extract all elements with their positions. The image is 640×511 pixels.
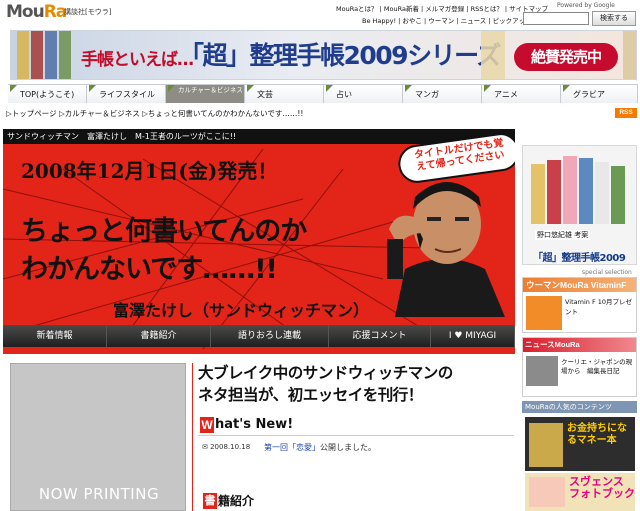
nav-tab-4[interactable]: 占い: [324, 84, 403, 103]
vitamin-text: Vitamin F 10月プレゼント: [565, 298, 633, 316]
ad-banner[interactable]: 手帳といえば… 「超」整理手帳2009シリーズ 絶賛発売中: [10, 30, 637, 80]
vitamin-box[interactable]: ウーマンMouRa VitaminF Vitamin F 10月プレゼント: [522, 277, 637, 333]
headline-line-1: 大ブレイク中のサンドウィッチマンの: [198, 364, 453, 382]
logo[interactable]: MouRa: [6, 2, 67, 22]
popular-card-photo[interactable]: スヴェンス フォトブック: [525, 473, 635, 511]
news-box[interactable]: ニュースMouRa クーリエ・ジャポンの現場から 編集長日記: [522, 337, 637, 397]
search-input[interactable]: [523, 12, 589, 25]
news-text: クーリエ・ジャポンの現場から 編集長日記: [561, 358, 633, 375]
special-label: special selection: [582, 269, 632, 276]
popular-card-money[interactable]: お金持ちになるマネー本: [525, 417, 635, 471]
right-column: 野口悠紀雄 考案 「超」整理手帳2009 special selection ウ…: [522, 127, 637, 511]
nav-tab-5[interactable]: マンガ: [403, 84, 482, 103]
banner-lead: 手帳といえば…: [81, 50, 194, 70]
top-links[interactable]: MouRaとは？ | MouRa新着 | メルマガ登録 | RSSとは？ | サ…: [336, 3, 548, 13]
nav-tab-3[interactable]: 文芸: [245, 84, 324, 103]
powered-by: Powered by Google: [557, 2, 615, 9]
headline-line-2: ネタ担当が、初エッセイを刊行！: [198, 386, 423, 404]
news-item[interactable]: 第一回「恋愛」公開しました。: [264, 442, 376, 453]
news-head: ニュースMouRa: [523, 338, 636, 352]
divider: [192, 363, 193, 511]
publisher-label: 講談社[モウラ]: [64, 8, 112, 16]
subnav-item-1[interactable]: 書籍紹介: [107, 325, 211, 347]
books-mark: 書: [203, 493, 217, 509]
nav-tab-2[interactable]: カルチャー＆ビジネス: [166, 84, 245, 103]
release-date: 2008年12月1日(金)発売！: [21, 159, 278, 183]
headline: 大ブレイク中のサンドウィッチマンの ネタ担当が、初エッセイを刊行！: [198, 362, 453, 406]
popular-card-money-title: お金持ちになるマネー本: [567, 423, 627, 446]
subnav-item-2[interactable]: 語りおろし連載: [211, 325, 329, 347]
book-ad-title: 「超」整理手帳2009: [533, 253, 626, 264]
sub-links[interactable]: Be Happy! | おやこ | ウーマン | ニュース | ピックアップ: [362, 15, 532, 25]
vitamin-head: ウーマンMouRa VitaminF: [523, 278, 636, 292]
banner-badge: 絶賛発売中: [514, 43, 618, 71]
nav-tab-7[interactable]: グラビア: [561, 84, 638, 103]
author-photo: [387, 182, 505, 317]
books-heading: 書 籍紹介: [198, 492, 514, 511]
books-title: 籍紹介: [218, 494, 255, 508]
author-name: 富澤たけし（サンドウィッチマン）: [113, 301, 370, 320]
book-ad[interactable]: 野口悠紀雄 考案 「超」整理手帳2009: [522, 145, 637, 265]
breadcrumb[interactable]: ▷トップページ ▷カルチャー＆ビジネス ▷ちょっと何書いてんのかわかんないです……: [6, 108, 303, 119]
catch-line-1: ちょっと何書いてんのか: [21, 216, 307, 247]
popular-head: MouRaの人気のコンテンツ: [522, 401, 637, 413]
banner-title: 「超」整理手帳2009シリーズ: [179, 41, 501, 70]
whats-new-heading: W hat's New!: [198, 416, 514, 436]
nav-tab-0[interactable]: TOP(ようこそ): [8, 84, 87, 103]
search-button[interactable]: 検索する: [592, 11, 636, 26]
subnav-item-0[interactable]: 新着情報: [3, 325, 107, 347]
book-ad-author: 野口悠紀雄 考案: [535, 230, 591, 240]
subnav-item-4[interactable]: I ♥ MIYAGI: [431, 325, 515, 347]
news-date: ✉ 2008.10.18: [202, 443, 251, 451]
nowprinting-label: NOW PRINTING: [38, 485, 160, 503]
nav-tab-6[interactable]: アニメ: [482, 84, 561, 103]
book-cover-placeholder: NOW PRINTING: [10, 363, 186, 511]
subnav-item-3[interactable]: 応援コメント: [329, 325, 431, 347]
main-nav: TOP(ようこそ) ライフスタイル カルチャー＆ビジネス 文芸 占い マンガ アニメ グラビア: [8, 84, 638, 103]
news-link[interactable]: 第一回「恋愛」: [264, 443, 320, 452]
rss-badge[interactable]: RSS: [615, 108, 637, 118]
site-header: MouRa 講談社[モウラ] MouRaとは？ | MouRa新着 | メルマガ…: [0, 0, 640, 28]
news-suffix: 公開しました。: [320, 443, 376, 452]
nav-tab-1[interactable]: ライフスタイル: [87, 84, 166, 103]
whats-new-title: hat's New!: [215, 417, 294, 432]
sub-nav: 新着情報 書籍紹介 語りおろし連載 応援コメント I ♥ MIYAGI: [3, 325, 515, 347]
catch-line-2: わかんないです……!!: [21, 254, 278, 285]
popular-card-photo-title: スヴェンス フォトブック: [569, 476, 635, 500]
hero-banner: サンドウィッチマン 富澤たけし M-1王者のルーツがここに!! 2008年12月…: [3, 129, 515, 354]
whats-new-w: W: [200, 417, 214, 433]
